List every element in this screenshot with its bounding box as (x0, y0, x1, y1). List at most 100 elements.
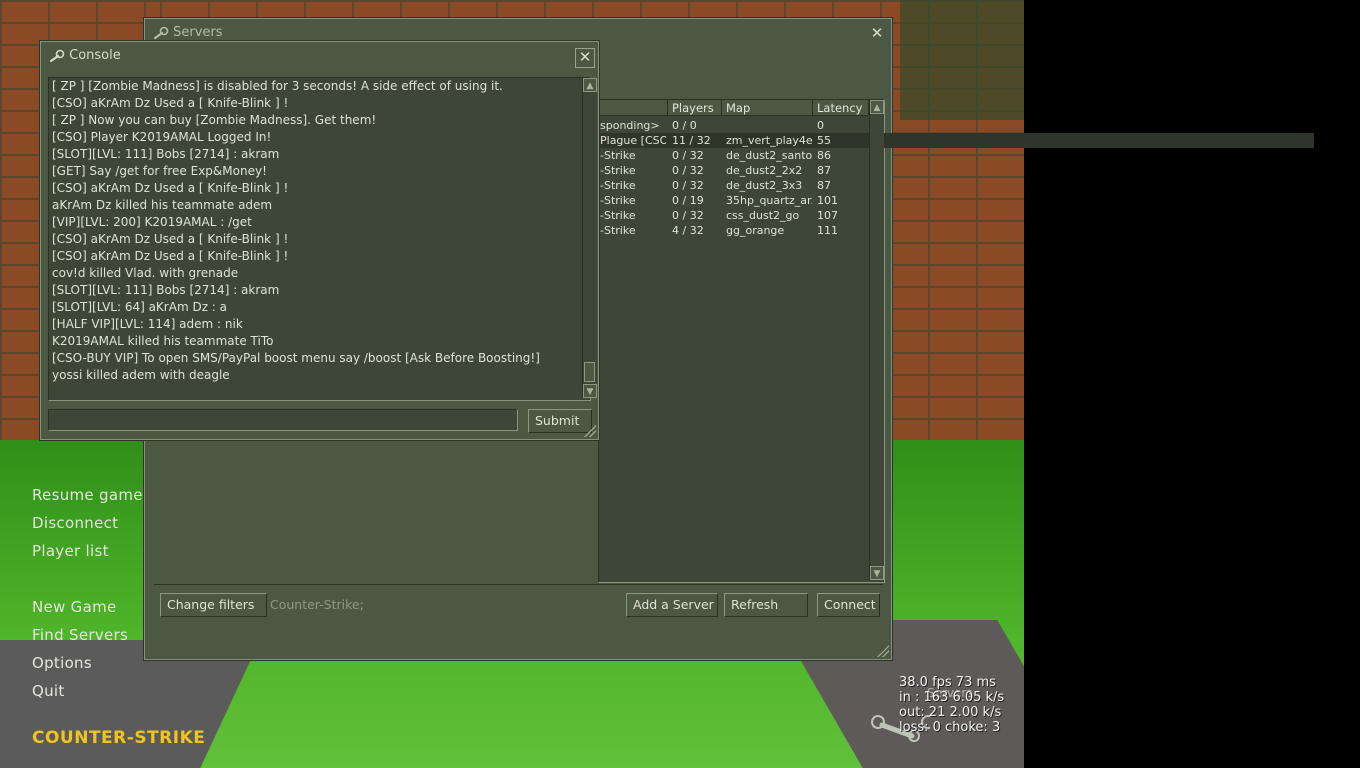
connect-button[interactable]: Connect (817, 593, 880, 617)
main-menu: Resume game Disconnect Player list New G… (32, 484, 143, 708)
players-cell: 0 / 0 (672, 119, 697, 132)
server-list-scrollbar[interactable]: ▲ ▼ (869, 100, 884, 580)
map-cell: gg_orange (726, 224, 785, 237)
scroll-thumb[interactable] (584, 362, 595, 382)
console-title: Console (69, 48, 121, 63)
column-header-latency[interactable]: Latency (813, 100, 869, 116)
table-row[interactable]: -Strike 0 / 32 de_dust2_santo... 86 (599, 148, 1314, 163)
log-line: aKrAm Dz killed his teammate adem (52, 198, 273, 212)
log-line: K2019AMAL killed his teammate TiTo (52, 334, 274, 348)
add-server-button[interactable]: Add a Server (626, 593, 718, 617)
column-header-name[interactable] (599, 100, 668, 116)
servers-title: Servers (173, 25, 223, 40)
latency-cell: 87 (817, 164, 831, 177)
log-line: yossi killed adem with deagle (52, 368, 230, 382)
map-cell: de_dust2_2x2 (726, 164, 803, 177)
submit-button[interactable]: Submit (528, 409, 592, 433)
server-name-cell: -Strike (600, 224, 636, 237)
table-row[interactable]: -Strike 0 / 32 de_dust2_2x2 87 (599, 163, 1314, 178)
menu-quit[interactable]: Quit (32, 680, 143, 708)
log-line: [CSO] Player K2019AMAL Logged In! (52, 130, 272, 144)
close-icon[interactable]: ✕ (868, 25, 886, 43)
brick-wall-top (160, 0, 880, 20)
console-input[interactable] (48, 409, 518, 431)
map-cell: zm_vert_play4e... (726, 134, 812, 147)
players-cell: 0 / 32 (672, 149, 704, 162)
latency-cell: 86 (817, 149, 831, 162)
map-cell: 35hp_quartz_ar... (726, 194, 812, 207)
log-line: cov!d killed Vlad. with grenade (52, 266, 239, 280)
log-line: [CSO] aKrAm Dz Used a [ Knife-Blink ] ! (52, 96, 289, 110)
netgraph-in: in : 163 6.05 k/s (899, 690, 1005, 705)
server-list: Players Map Latency sponding> 0 / 0 0 Plagu… (598, 99, 1314, 583)
column-header-players[interactable]: Players (668, 100, 722, 116)
steam-icon (49, 49, 65, 62)
log-line: [ ZP ] Now you can buy [Zombie Madness].… (52, 113, 377, 127)
server-name-cell: sponding> (600, 119, 660, 132)
resize-grip-icon[interactable] (877, 645, 889, 657)
log-line: [CSO] aKrAm Dz Used a [ Knife-Blink ] ! (52, 249, 289, 263)
netgraph-out: out: 21 2.00 k/s (899, 705, 1002, 720)
table-row[interactable]: sponding> 0 / 0 0 (599, 118, 1314, 133)
log-line: [CSO-BUY VIP] To open SMS/PayPal boost m… (52, 351, 540, 365)
latency-cell: 0 (817, 119, 824, 132)
menu-resume-game[interactable]: Resume game (32, 484, 143, 512)
map-cell: css_dust2_go (726, 209, 800, 222)
console-title-bar[interactable]: Console (49, 48, 121, 63)
arrow-down-icon[interactable]: ▼ (583, 384, 597, 398)
change-filters-button[interactable]: Change filters (160, 593, 267, 617)
netgraph-fps: 38.0 fps 73 ms (899, 675, 996, 690)
log-line: [SLOT][LVL: 111] Bobs [2714] : akram (52, 147, 280, 161)
net-graph: 38.0 fps 73 ms in : 163 6.05 k/s out: 21… (899, 675, 1004, 735)
steam-icon (153, 26, 169, 39)
latency-cell: 55 (817, 134, 831, 147)
log-line: [CSO] aKrAm Dz Used a [ Knife-Blink ] ! (52, 181, 289, 195)
column-header-map[interactable]: Map (722, 100, 813, 116)
console-scrollbar[interactable]: ▲ ▼ (582, 78, 597, 398)
table-row[interactable]: -Strike 4 / 32 gg_orange 111 (599, 223, 1314, 238)
players-cell: 4 / 32 (672, 224, 704, 237)
servers-title-bar[interactable]: Servers (153, 25, 223, 40)
players-cell: 11 / 32 (672, 134, 711, 147)
arrow-down-icon[interactable]: ▼ (870, 566, 884, 580)
players-cell: 0 / 32 (672, 179, 704, 192)
map-cell: de_dust2_santo... (726, 149, 812, 162)
arrow-up-icon[interactable]: ▲ (583, 78, 597, 92)
table-row[interactable]: -Strike 0 / 32 css_dust2_go 107 (599, 208, 1314, 223)
server-name-cell: -Strike (600, 149, 636, 162)
menu-player-list[interactable]: Player list (32, 540, 143, 568)
table-row[interactable]: Plague [CSO] 11 / 32 zm_vert_play4e... 55 (599, 133, 1314, 148)
resize-grip-icon[interactable] (584, 425, 596, 437)
menu-find-servers[interactable]: Find Servers (32, 624, 143, 652)
console-log: [ ZP ] [Zombie Madness] is disabled for … (48, 77, 597, 401)
players-cell: 0 / 32 (672, 164, 704, 177)
menu-new-game[interactable]: New Game (32, 596, 143, 624)
players-cell: 0 / 32 (672, 209, 704, 222)
log-line: [VIP][LVL: 200] K2019AMAL : /get (52, 215, 252, 229)
server-name-cell: -Strike (600, 209, 636, 222)
latency-cell: 101 (817, 194, 838, 207)
log-line: [SLOT][LVL: 64] aKrAm Dz : a (52, 300, 228, 314)
arrow-up-icon[interactable]: ▲ (870, 100, 884, 114)
counter-strike-logo: COUNTER-STRIKE (32, 728, 205, 748)
players-cell: 0 / 19 (672, 194, 704, 207)
filter-summary: Counter-Strike; (270, 597, 364, 612)
server-name-cell: -Strike (600, 179, 636, 192)
table-row[interactable]: -Strike 0 / 32 de_dust2_3x3 87 (599, 178, 1314, 193)
logo-text: COUNTER-STRIKE (32, 728, 205, 748)
server-name-cell: -Strike (600, 164, 636, 177)
console-window: Console ✕ [ ZP ] [Zombie Madness] is dis… (40, 41, 599, 440)
latency-cell: 107 (817, 209, 838, 222)
latency-cell: 87 (817, 179, 831, 192)
refresh-button[interactable]: Refresh (724, 593, 808, 617)
table-row[interactable]: -Strike 0 / 19 35hp_quartz_ar... 101 (599, 193, 1314, 208)
log-line: [CSO] aKrAm Dz Used a [ Knife-Blink ] ! (52, 232, 289, 246)
menu-disconnect[interactable]: Disconnect (32, 512, 143, 540)
map-cell: de_dust2_3x3 (726, 179, 803, 192)
log-line: [GET] Say /get for free Exp&Money! (52, 164, 267, 178)
menu-options[interactable]: Options (32, 652, 143, 680)
close-icon[interactable]: ✕ (575, 48, 595, 68)
log-line: [SLOT][LVL: 111] Bobs [2714] : akram (52, 283, 280, 297)
server-name-cell: -Strike (600, 194, 636, 207)
latency-cell: 111 (817, 224, 838, 237)
